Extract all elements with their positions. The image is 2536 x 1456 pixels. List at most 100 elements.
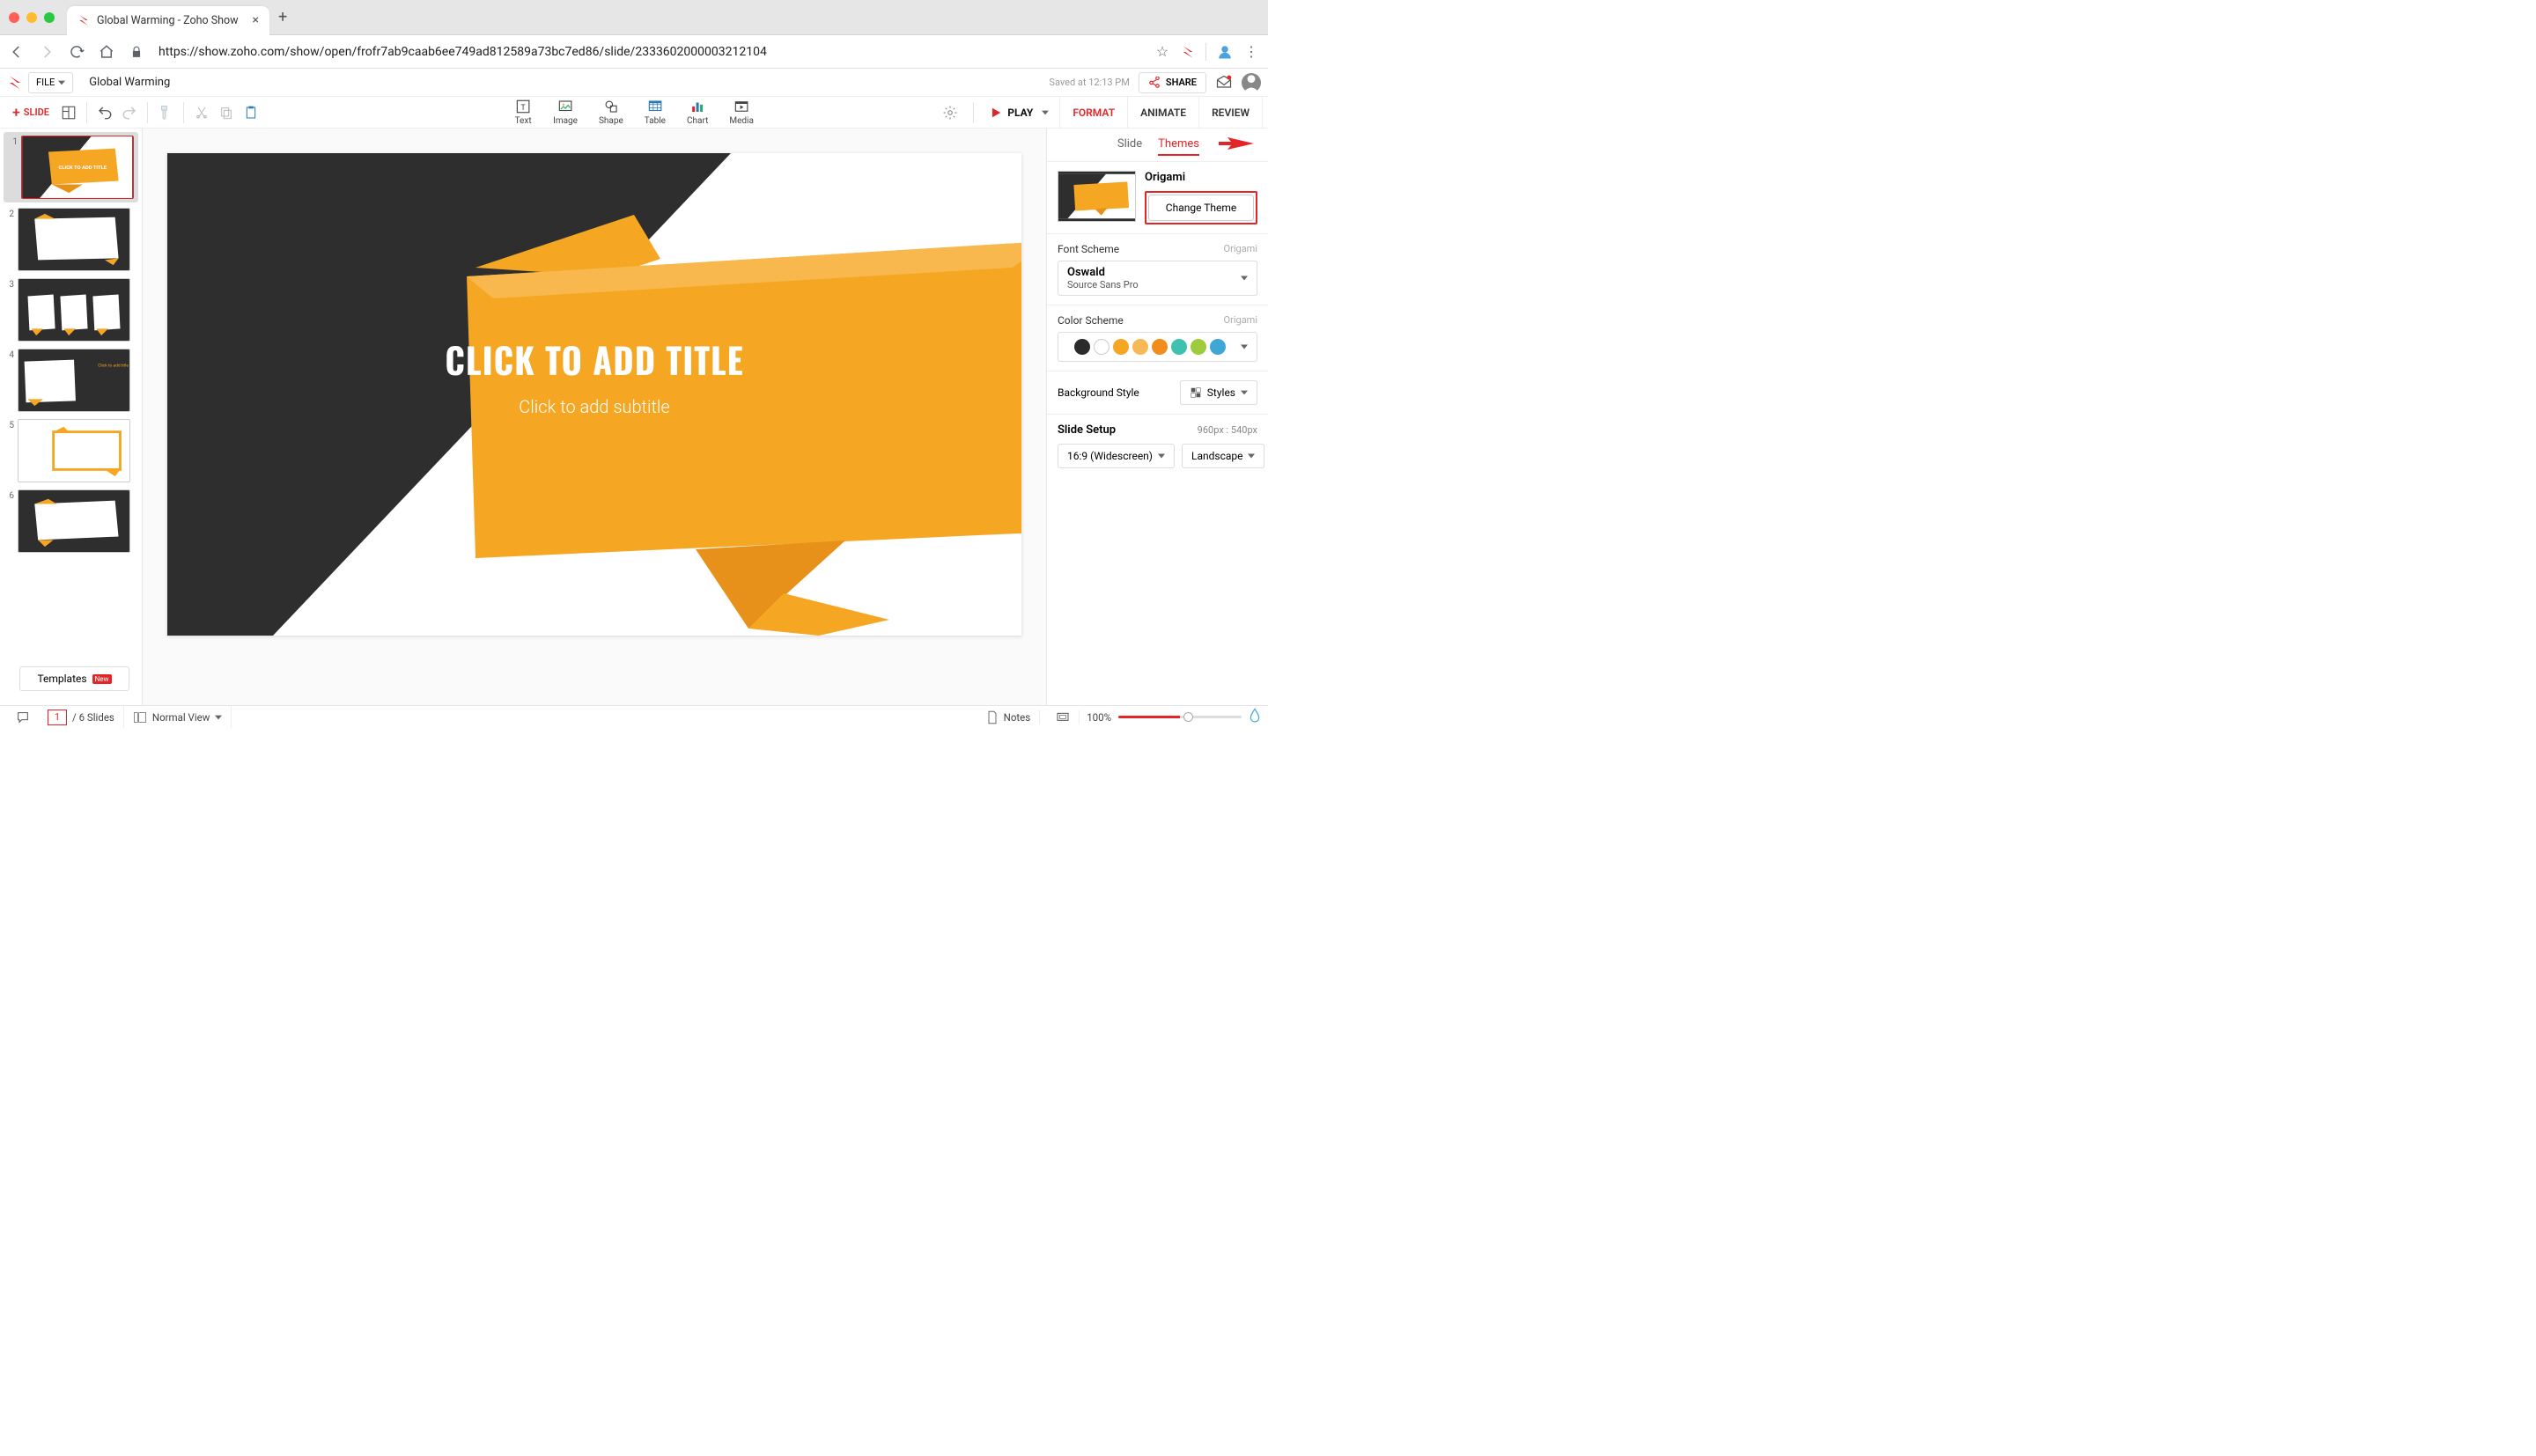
undo-button[interactable] xyxy=(96,104,114,121)
view-mode-select[interactable]: Normal View xyxy=(124,706,232,728)
home-button[interactable] xyxy=(99,44,114,60)
share-label: SHARE xyxy=(1166,77,1197,88)
thumbnail-3[interactable]: 3 xyxy=(4,278,138,342)
add-slide-button[interactable]: + SLIDE xyxy=(5,101,56,124)
styles-icon xyxy=(1190,386,1202,399)
play-icon xyxy=(990,107,1002,119)
redo-button[interactable] xyxy=(121,104,138,121)
insert-image-button[interactable]: Image xyxy=(553,99,578,126)
address-bar: https://show.zoho.com/show/open/frofr7ab… xyxy=(0,35,1268,69)
share-icon xyxy=(1148,77,1161,89)
document-title[interactable]: Global Warming xyxy=(89,76,170,89)
tab-title: Global Warming - Zoho Show xyxy=(97,14,253,27)
review-tab[interactable]: REVIEW xyxy=(1199,97,1263,129)
subtitle-placeholder[interactable]: Click to add subtitle xyxy=(296,396,894,417)
thumbnail-1[interactable]: 1 CLICK TO ADD TITLE xyxy=(4,132,138,202)
reload-button[interactable] xyxy=(69,44,85,60)
slide-canvas[interactable]: CLICK TO ADD TITLE Click to add subtitle xyxy=(167,153,1021,636)
insert-toolbar: TText Image Shape Table Chart Media xyxy=(514,99,754,126)
aspect-ratio-select[interactable]: 16:9 (Widescreen) xyxy=(1058,444,1175,468)
color-swatch xyxy=(1152,339,1168,355)
add-slide-label: SLIDE xyxy=(24,107,49,118)
thumbnail-4[interactable]: 4 Click to add title xyxy=(4,349,138,412)
thumbnail-2[interactable]: 2 xyxy=(4,208,138,271)
insert-chart-button[interactable]: Chart xyxy=(687,99,708,126)
play-button[interactable]: PLAY xyxy=(984,107,1054,119)
theme-section: Origami Change Theme xyxy=(1047,162,1268,234)
slide-title-block[interactable]: CLICK TO ADD TITLE Click to add subtitle xyxy=(296,333,894,417)
title-placeholder[interactable]: CLICK TO ADD TITLE xyxy=(296,333,894,386)
notifications-icon[interactable] xyxy=(1215,74,1233,92)
format-subtabs: Slide Themes xyxy=(1047,129,1268,162)
forward-button[interactable] xyxy=(39,44,55,60)
thumbnail-6[interactable]: 6 xyxy=(4,489,138,553)
orientation-select[interactable]: Landscape xyxy=(1182,444,1265,468)
svg-text:T: T xyxy=(520,104,526,113)
comments-icon[interactable] xyxy=(7,706,39,728)
color-swatch xyxy=(1191,339,1206,355)
browser-menu-icon[interactable]: ⋮ xyxy=(1243,44,1259,60)
layout-icon[interactable] xyxy=(60,104,77,121)
animate-tab[interactable]: ANIMATE xyxy=(1128,97,1199,129)
profile-icon[interactable] xyxy=(1217,44,1233,60)
status-right: Notes 100% xyxy=(977,708,1261,726)
color-scheme-select[interactable] xyxy=(1058,332,1257,362)
minimize-window-button[interactable] xyxy=(26,12,37,23)
themes-subtab[interactable]: Themes xyxy=(1158,137,1199,156)
toolbar: + SLIDE TText Image Shape Table Chart Me… xyxy=(0,97,1268,129)
insert-table-button[interactable]: Table xyxy=(645,99,666,126)
app-header: FILE Global Warming Saved at 12:13 PM SH… xyxy=(0,69,1268,97)
user-avatar[interactable] xyxy=(1242,73,1261,92)
slide-thumbnails-panel: 1 CLICK TO ADD TITLE 2 3 4 Click to add … xyxy=(0,129,143,705)
color-swatch xyxy=(1113,339,1129,355)
zoom-value: 100% xyxy=(1087,711,1111,724)
view-icon xyxy=(133,711,147,724)
cut-icon[interactable] xyxy=(193,104,210,121)
fit-icon[interactable] xyxy=(1047,710,1080,724)
background-section: Background Style Styles xyxy=(1047,371,1268,415)
svg-text:CLICK TO ADD TITLE: CLICK TO ADD TITLE xyxy=(59,165,107,171)
url-field[interactable]: https://show.zoho.com/show/open/frofr7ab… xyxy=(158,45,1140,59)
insert-media-button[interactable]: Media xyxy=(729,99,754,126)
font-scheme-label: Font Scheme xyxy=(1058,243,1119,255)
insert-text-button[interactable]: TText xyxy=(514,99,532,126)
background-styles-button[interactable]: Styles xyxy=(1180,380,1257,405)
format-panel: Slide Themes Origami Change Theme Font S… xyxy=(1046,129,1268,705)
format-tab[interactable]: FORMAT xyxy=(1060,97,1128,129)
format-painter-icon[interactable] xyxy=(157,104,174,121)
settings-gear-icon[interactable] xyxy=(941,104,959,121)
right-panel-tabs: FORMAT ANIMATE REVIEW xyxy=(1059,97,1263,129)
traffic-lights xyxy=(9,12,55,23)
theme-preview xyxy=(1058,171,1136,222)
notes-icon xyxy=(986,710,999,724)
back-button[interactable] xyxy=(9,44,25,60)
zoom-slider[interactable] xyxy=(1118,716,1242,718)
browser-tab[interactable]: Global Warming - Zoho Show × xyxy=(67,6,269,35)
save-status: Saved at 12:13 PM xyxy=(1049,77,1129,88)
tab-close-icon[interactable]: × xyxy=(253,13,259,27)
page-input[interactable] xyxy=(48,710,67,725)
thumbnail-5[interactable]: 5 xyxy=(4,419,138,482)
file-menu-label: FILE xyxy=(36,77,55,88)
close-window-button[interactable] xyxy=(9,12,19,23)
file-menu-button[interactable]: FILE xyxy=(28,72,73,93)
notes-toggle[interactable]: Notes xyxy=(977,710,1041,724)
extension-icon[interactable] xyxy=(1181,45,1195,59)
change-theme-button[interactable]: Change Theme xyxy=(1148,195,1254,221)
templates-button[interactable]: Templates New xyxy=(19,666,129,691)
star-bookmark-icon[interactable]: ☆ xyxy=(1154,44,1170,60)
maximize-window-button[interactable] xyxy=(44,12,55,23)
color-scheme-label: Color Scheme xyxy=(1058,314,1124,327)
share-button[interactable]: SHARE xyxy=(1139,72,1206,93)
chevron-down-icon xyxy=(1241,389,1248,396)
slide-subtab[interactable]: Slide xyxy=(1117,137,1142,156)
new-tab-button[interactable]: + xyxy=(278,8,287,26)
ink-icon[interactable] xyxy=(1249,708,1261,726)
app-logo-icon xyxy=(7,75,23,91)
font-scheme-select[interactable]: Oswald Source Sans Pro xyxy=(1058,261,1257,296)
insert-shape-button[interactable]: Shape xyxy=(599,99,623,126)
copy-icon[interactable] xyxy=(217,104,235,121)
paste-icon[interactable] xyxy=(242,104,260,121)
canvas-area[interactable]: CLICK TO ADD TITLE Click to add subtitle xyxy=(143,129,1046,705)
theme-name-label: Origami xyxy=(1145,171,1257,184)
